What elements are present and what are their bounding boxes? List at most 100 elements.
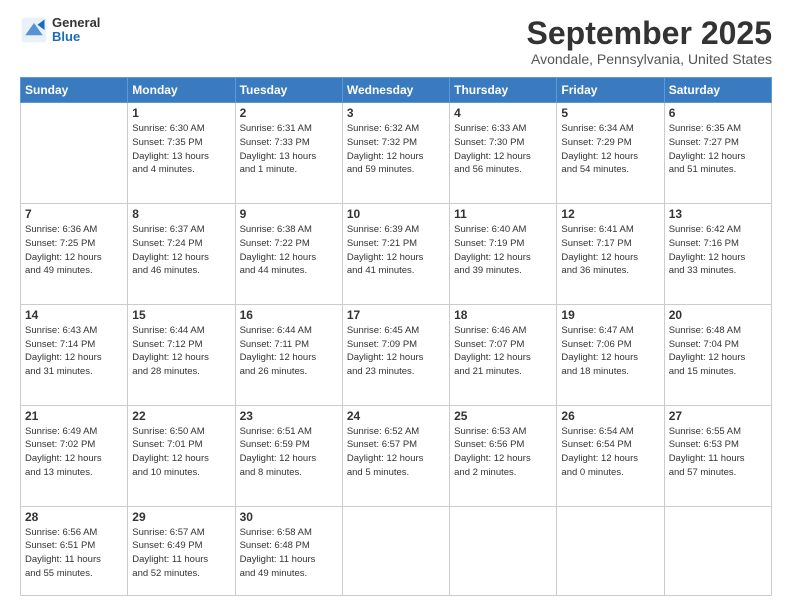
day-cell: 24Sunrise: 6:52 AM Sunset: 6:57 PM Dayli… — [342, 405, 449, 506]
day-cell: 26 Sunrise: 6:54 AM Sunset: 6:54 PM Dayli… — [557, 405, 664, 506]
day-cell: 22Sunrise: 6:50 AM Sunset: 7:01 PM Dayli… — [128, 405, 235, 506]
day-cell: 27 Sunrise: 6:55 AM Sunset: 6:53 PM Dayli… — [664, 405, 771, 506]
day-number: 2 — [240, 106, 338, 120]
day-info: Sunrise: 6:42 AM Sunset: 7:16 PM Dayligh… — [669, 223, 767, 278]
day-number: 3 — [347, 106, 445, 120]
day-number: 27 — [669, 409, 767, 423]
day-cell: 11 Sunrise: 6:40 AM Sunset: 7:19 PM Dayli… — [450, 204, 557, 305]
day-cell — [557, 506, 664, 596]
week-row-5: 28 Sunrise: 6:56 AM Sunset: 6:51 PM Dayli… — [21, 506, 772, 596]
day-cell: 14Sunrise: 6:43 AM Sunset: 7:14 PM Dayli… — [21, 304, 128, 405]
day-number: 11 — [454, 207, 552, 221]
day-info: Sunrise: 6:39 AM Sunset: 7:21 PM Dayligh… — [347, 223, 445, 278]
day-info: Sunrise: 6:30 AM Sunset: 7:35 PM Dayligh… — [132, 122, 230, 177]
day-cell: 19 Sunrise: 6:47 AM Sunset: 7:06 PM Dayli… — [557, 304, 664, 405]
day-cell: 4 Sunrise: 6:33 AM Sunset: 7:30 PM Daylig… — [450, 103, 557, 204]
header: General Blue September 2025 Avondale, Pe… — [20, 16, 772, 67]
logo: General Blue — [20, 16, 100, 45]
day-cell: 29 Sunrise: 6:57 AM Sunset: 6:49 PM Dayli… — [128, 506, 235, 596]
day-cell — [21, 103, 128, 204]
col-header-tuesday: Tuesday — [235, 78, 342, 103]
day-cell: 21 Sunrise: 6:49 AM Sunset: 7:02 PM Dayli… — [21, 405, 128, 506]
week-row-1: 1Sunrise: 6:30 AM Sunset: 7:35 PM Daylig… — [21, 103, 772, 204]
day-info: Sunrise: 6:54 AM Sunset: 6:54 PM Dayligh… — [561, 425, 659, 480]
day-number: 17 — [347, 308, 445, 322]
day-number: 13 — [669, 207, 767, 221]
day-info: Sunrise: 6:34 AM Sunset: 7:29 PM Dayligh… — [561, 122, 659, 177]
col-header-thursday: Thursday — [450, 78, 557, 103]
day-info: Sunrise: 6:43 AM Sunset: 7:14 PM Dayligh… — [25, 324, 123, 379]
col-header-saturday: Saturday — [664, 78, 771, 103]
day-cell: 10 Sunrise: 6:39 AM Sunset: 7:21 PM Dayli… — [342, 204, 449, 305]
day-number: 25 — [454, 409, 552, 423]
day-info: Sunrise: 6:41 AM Sunset: 7:17 PM Dayligh… — [561, 223, 659, 278]
week-row-4: 21 Sunrise: 6:49 AM Sunset: 7:02 PM Dayli… — [21, 405, 772, 506]
day-number: 21 — [25, 409, 123, 423]
day-info: Sunrise: 6:36 AM Sunset: 7:25 PM Dayligh… — [25, 223, 123, 278]
calendar-table: SundayMondayTuesdayWednesdayThursdayFrid… — [20, 77, 772, 596]
day-number: 19 — [561, 308, 659, 322]
page: General Blue September 2025 Avondale, Pe… — [0, 0, 792, 612]
day-cell: 8 Sunrise: 6:37 AM Sunset: 7:24 PM Daylig… — [128, 204, 235, 305]
day-cell — [664, 506, 771, 596]
day-cell — [450, 506, 557, 596]
month-title: September 2025 — [527, 16, 772, 51]
week-row-3: 14Sunrise: 6:43 AM Sunset: 7:14 PM Dayli… — [21, 304, 772, 405]
day-info: Sunrise: 6:44 AM Sunset: 7:11 PM Dayligh… — [240, 324, 338, 379]
day-cell: 2 Sunrise: 6:31 AM Sunset: 7:33 PM Daylig… — [235, 103, 342, 204]
day-cell: 18 Sunrise: 6:46 AM Sunset: 7:07 PM Dayli… — [450, 304, 557, 405]
day-info: Sunrise: 6:33 AM Sunset: 7:30 PM Dayligh… — [454, 122, 552, 177]
day-info: Sunrise: 6:55 AM Sunset: 6:53 PM Dayligh… — [669, 425, 767, 480]
day-number: 26 — [561, 409, 659, 423]
day-number: 12 — [561, 207, 659, 221]
day-cell: 17Sunrise: 6:45 AM Sunset: 7:09 PM Dayli… — [342, 304, 449, 405]
day-number: 10 — [347, 207, 445, 221]
day-info: Sunrise: 6:40 AM Sunset: 7:19 PM Dayligh… — [454, 223, 552, 278]
day-number: 28 — [25, 510, 123, 524]
day-cell: 16Sunrise: 6:44 AM Sunset: 7:11 PM Dayli… — [235, 304, 342, 405]
day-cell: 15Sunrise: 6:44 AM Sunset: 7:12 PM Dayli… — [128, 304, 235, 405]
day-info: Sunrise: 6:47 AM Sunset: 7:06 PM Dayligh… — [561, 324, 659, 379]
day-info: Sunrise: 6:57 AM Sunset: 6:49 PM Dayligh… — [132, 526, 230, 581]
day-number: 30 — [240, 510, 338, 524]
day-cell: 28 Sunrise: 6:56 AM Sunset: 6:51 PM Dayli… — [21, 506, 128, 596]
col-header-monday: Monday — [128, 78, 235, 103]
day-cell: 1Sunrise: 6:30 AM Sunset: 7:35 PM Daylig… — [128, 103, 235, 204]
day-info: Sunrise: 6:37 AM Sunset: 7:24 PM Dayligh… — [132, 223, 230, 278]
day-info: Sunrise: 6:53 AM Sunset: 6:56 PM Dayligh… — [454, 425, 552, 480]
day-number: 7 — [25, 207, 123, 221]
day-info: Sunrise: 6:50 AM Sunset: 7:01 PM Dayligh… — [132, 425, 230, 480]
day-number: 4 — [454, 106, 552, 120]
day-number: 24 — [347, 409, 445, 423]
day-cell: 25 Sunrise: 6:53 AM Sunset: 6:56 PM Dayli… — [450, 405, 557, 506]
day-info: Sunrise: 6:31 AM Sunset: 7:33 PM Dayligh… — [240, 122, 338, 177]
col-header-sunday: Sunday — [21, 78, 128, 103]
calendar-body: 1Sunrise: 6:30 AM Sunset: 7:35 PM Daylig… — [21, 103, 772, 596]
day-cell — [342, 506, 449, 596]
day-number: 29 — [132, 510, 230, 524]
logo-line1: General — [52, 16, 100, 30]
day-info: Sunrise: 6:49 AM Sunset: 7:02 PM Dayligh… — [25, 425, 123, 480]
day-number: 8 — [132, 207, 230, 221]
day-info: Sunrise: 6:35 AM Sunset: 7:27 PM Dayligh… — [669, 122, 767, 177]
col-header-wednesday: Wednesday — [342, 78, 449, 103]
day-cell: 5Sunrise: 6:34 AM Sunset: 7:29 PM Daylig… — [557, 103, 664, 204]
day-cell: 6Sunrise: 6:35 AM Sunset: 7:27 PM Daylig… — [664, 103, 771, 204]
day-info: Sunrise: 6:38 AM Sunset: 7:22 PM Dayligh… — [240, 223, 338, 278]
calendar-header: SundayMondayTuesdayWednesdayThursdayFrid… — [21, 78, 772, 103]
day-number: 15 — [132, 308, 230, 322]
day-info: Sunrise: 6:32 AM Sunset: 7:32 PM Dayligh… — [347, 122, 445, 177]
day-info: Sunrise: 6:56 AM Sunset: 6:51 PM Dayligh… — [25, 526, 123, 581]
day-cell: 13 Sunrise: 6:42 AM Sunset: 7:16 PM Dayli… — [664, 204, 771, 305]
week-row-2: 7 Sunrise: 6:36 AM Sunset: 7:25 PM Daylig… — [21, 204, 772, 305]
logo-icon — [20, 16, 48, 44]
logo-text: General Blue — [52, 16, 100, 45]
day-info: Sunrise: 6:51 AM Sunset: 6:59 PM Dayligh… — [240, 425, 338, 480]
day-number: 18 — [454, 308, 552, 322]
day-cell: 3 Sunrise: 6:32 AM Sunset: 7:32 PM Daylig… — [342, 103, 449, 204]
day-number: 20 — [669, 308, 767, 322]
logo-line2: Blue — [52, 30, 100, 44]
header-row: SundayMondayTuesdayWednesdayThursdayFrid… — [21, 78, 772, 103]
day-info: Sunrise: 6:46 AM Sunset: 7:07 PM Dayligh… — [454, 324, 552, 379]
day-info: Sunrise: 6:48 AM Sunset: 7:04 PM Dayligh… — [669, 324, 767, 379]
